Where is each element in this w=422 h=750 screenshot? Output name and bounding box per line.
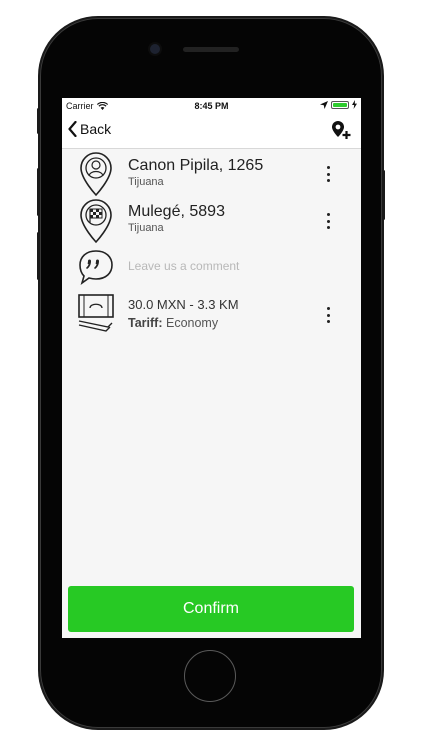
volume-up-button (37, 168, 40, 216)
pickup-city: Tijuana (128, 176, 164, 188)
tariff-line: Tariff: Economy (128, 316, 239, 330)
quote-bubble-icon (79, 250, 113, 285)
fare-row[interactable]: 30.0 MXN - 3.3 KM Tariff: Economy (62, 289, 361, 345)
tariff-label: Tariff: (128, 316, 163, 330)
front-camera (150, 44, 160, 54)
chevron-left-icon (68, 121, 77, 137)
tariff-value: Economy (165, 316, 219, 330)
comment-row (62, 245, 361, 289)
location-arrow-icon (320, 100, 328, 109)
clock: 8:45 PM (194, 101, 229, 111)
status-bar: Carrier 8:45 PM (62, 98, 361, 114)
fare-more-button[interactable] (325, 307, 331, 323)
back-label: Back (80, 121, 112, 137)
cash-icon (78, 294, 114, 332)
map-pin-add-icon[interactable] (331, 120, 351, 140)
destination-address: Mulegé, 5893 (128, 203, 225, 220)
destination-more-button[interactable] (325, 213, 331, 229)
home-button[interactable] (184, 650, 236, 702)
confirm-label: Confirm (182, 600, 239, 617)
app-screen: Carrier 8:45 PM Back Canon Pipila, 1265 … (62, 98, 361, 638)
silent-switch (37, 108, 40, 134)
navigation-bar: Back (62, 114, 361, 149)
pickup-address: Canon Pipila, 1265 (128, 157, 264, 174)
checkered-flag-pin-icon (80, 199, 112, 244)
destination-row[interactable]: Mulegé, 5893 Tijuana (62, 197, 361, 245)
destination-city: Tijuana (128, 222, 164, 234)
fare-summary: 30.0 MXN - 3.3 KM (128, 297, 239, 312)
back-button[interactable]: Back (68, 121, 111, 137)
pickup-row[interactable]: Canon Pipila, 1265 Tijuana (62, 149, 361, 197)
comment-input[interactable] (128, 259, 318, 273)
person-pin-icon (80, 152, 112, 197)
confirm-button[interactable]: Confirm (68, 586, 354, 632)
pickup-more-button[interactable] (325, 166, 331, 182)
charging-bolt-icon (352, 100, 357, 109)
battery-level (333, 102, 347, 107)
power-button (382, 170, 385, 220)
battery-icon (331, 100, 349, 109)
earpiece-speaker (183, 47, 239, 52)
volume-down-button (37, 232, 40, 280)
